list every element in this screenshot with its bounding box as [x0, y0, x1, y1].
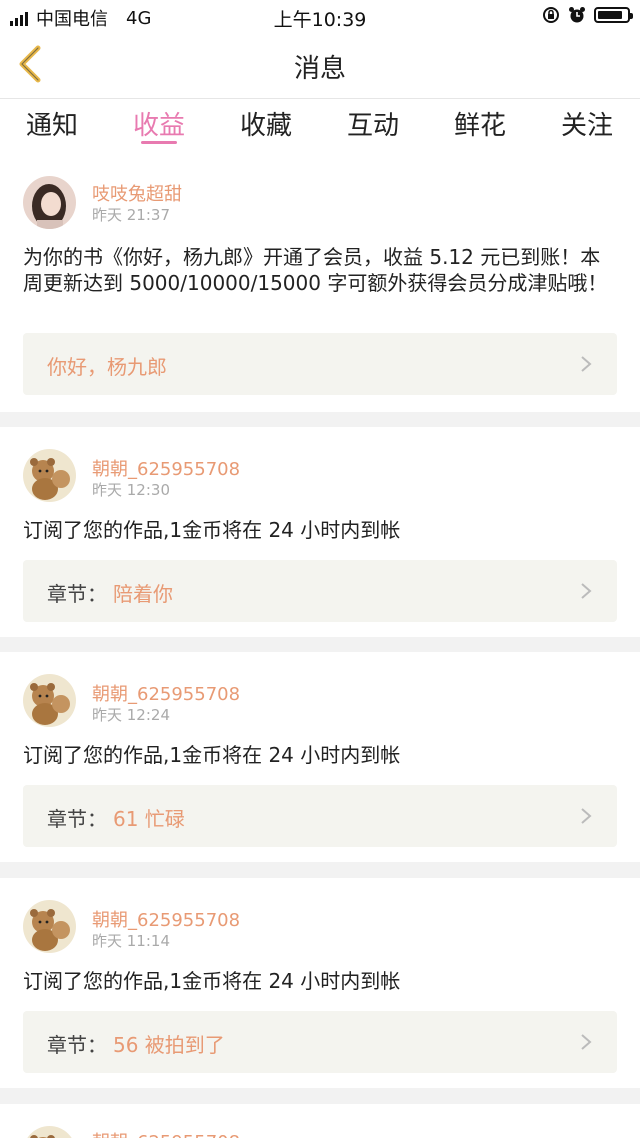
status-bar: 中国电信 4G 上午10:39 [0, 0, 640, 32]
alarm-icon [569, 7, 585, 23]
teddy-bear-avatar-icon [23, 1126, 76, 1138]
message-card: 朝朝_625955708 昨天 12:24 订阅了您的作品,1金币将在 24 小… [0, 652, 640, 862]
rotation-lock-icon [543, 7, 559, 23]
chapter-label: 章节： [47, 1033, 107, 1057]
teddy-bear-avatar-icon [23, 449, 76, 502]
chapter-link[interactable]: 章节： 陪着你 [23, 560, 617, 622]
battery-level [598, 11, 622, 19]
user-photo [23, 176, 76, 229]
message-time: 昨天 21:37 [92, 206, 170, 224]
chevron-right-icon [581, 808, 592, 824]
tab-notifications[interactable]: 通知 [12, 105, 92, 142]
teddy-bear-avatar-icon [23, 674, 76, 727]
message-card: 朝朝_625955708 昨天 12:30 订阅了您的作品,1金币将在 24 小… [0, 427, 640, 637]
message-text: 订阅了您的作品,1金币将在 24 小时内到帐 [23, 518, 401, 542]
tab-follows[interactable]: 关注 [547, 105, 627, 142]
status-right [542, 6, 633, 24]
chapter-link[interactable]: 章节： 56 被拍到了 [23, 1011, 617, 1073]
avatar[interactable] [23, 900, 76, 953]
avatar[interactable] [23, 176, 76, 229]
teddy-bear-avatar-icon [23, 900, 76, 953]
tab-bar: 通知 收益 收藏 互动 鲜花 关注 [0, 98, 640, 150]
user-name[interactable]: 吱吱兔超甜 [92, 180, 182, 206]
book-link[interactable]: 你好，杨九郎 [23, 333, 617, 395]
book-title: 你好，杨九郎 [47, 355, 167, 379]
message-card: 朝朝_625955708 昨天 11:14 订阅了您的作品,1金币将在 24 小… [0, 878, 640, 1088]
message-card: 朝朝_625955708 [0, 1104, 640, 1138]
chevron-right-icon [581, 1034, 592, 1050]
chapter-label: 章节： [47, 582, 107, 606]
tab-interactions[interactable]: 互动 [333, 105, 413, 142]
avatar[interactable] [23, 674, 76, 727]
back-button[interactable] [10, 42, 54, 86]
avatar[interactable] [23, 449, 76, 502]
chapter-title: 56 被拍到了 [113, 1033, 225, 1057]
chapter-title: 61 忙碌 [113, 807, 185, 831]
chapter-link[interactable]: 章节： 61 忙碌 [23, 785, 617, 847]
chevron-right-icon [581, 583, 592, 599]
message-text: 为你的书《你好，杨九郎》开通了会员，收益 5.12 元已到账！本周更新达到 50… [23, 245, 608, 295]
active-tab-indicator [141, 141, 177, 144]
chapter-label: 章节： [47, 807, 107, 831]
tab-favorites[interactable]: 收藏 [226, 105, 306, 142]
battery-icon [594, 7, 633, 23]
chevron-left-icon [19, 45, 41, 83]
message-text: 订阅了您的作品,1金币将在 24 小时内到帐 [23, 969, 401, 993]
message-time: 昨天 12:30 [92, 481, 170, 499]
user-name[interactable]: 朝朝_625955708 [92, 680, 240, 706]
user-name[interactable]: 朝朝_625955708 [92, 1128, 240, 1138]
message-time: 昨天 11:14 [92, 932, 170, 950]
chevron-right-icon [581, 356, 592, 372]
message-text: 订阅了您的作品,1金币将在 24 小时内到帐 [23, 743, 401, 767]
avatar[interactable] [23, 1126, 76, 1138]
page-title: 消息 [293, 54, 346, 84]
nav-bar: 消息 [0, 32, 640, 98]
user-name[interactable]: 朝朝_625955708 [92, 906, 240, 932]
message-time: 昨天 12:24 [92, 706, 170, 724]
chapter-title: 陪着你 [113, 582, 173, 606]
user-name[interactable]: 朝朝_625955708 [92, 455, 240, 481]
tab-flowers[interactable]: 鲜花 [440, 105, 520, 142]
message-card: 吱吱兔超甜 昨天 21:37 为你的书《你好，杨九郎》开通了会员，收益 5.12… [0, 150, 640, 412]
tab-earnings[interactable]: 收益 [119, 105, 199, 142]
